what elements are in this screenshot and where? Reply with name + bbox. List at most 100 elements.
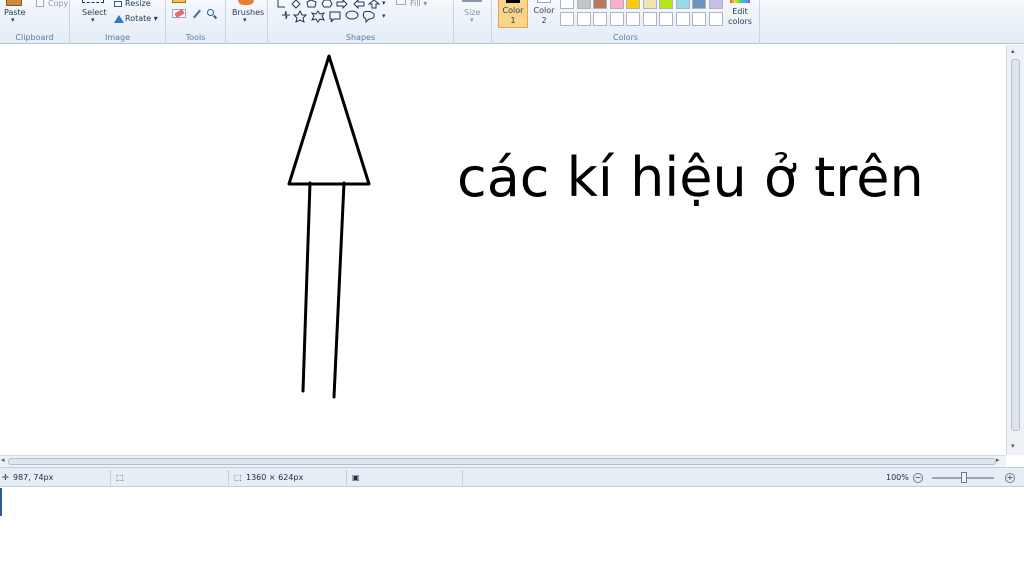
shapes-gallery[interactable]: [274, 0, 388, 24]
color-swatch[interactable]: [626, 12, 640, 26]
color-swatch[interactable]: [642, 12, 657, 26]
status-divider: [462, 470, 463, 485]
color-swatch[interactable]: [576, 0, 591, 9]
colors-group: Color 1 Color 2 Edit colors Colors: [492, 0, 760, 44]
shapes-group: ▾ ▾ Fill ▾ Shapes: [268, 0, 454, 44]
scroll-right-icon[interactable]: ▸: [996, 456, 1000, 464]
star-shape-icon: [292, 9, 308, 23]
cursor-position-icon: ✛: [2, 473, 9, 482]
color-picker-icon[interactable]: [191, 9, 203, 19]
selection-size-icon: ⬚: [116, 473, 124, 482]
shapes-more-icon[interactable]: ▾: [382, 12, 386, 20]
vertical-scroll-thumb[interactable]: [1011, 59, 1020, 431]
up-arrow-shape-icon: [367, 0, 381, 9]
four-point-star-shape-icon: [282, 10, 290, 20]
color-swatch[interactable]: [560, 12, 574, 26]
horizontal-scrollbar[interactable]: ◂ ▸: [0, 455, 1006, 467]
size-icon[interactable]: [462, 0, 482, 2]
rotate-icon: [114, 15, 124, 23]
status-divider: [346, 470, 347, 485]
scroll-up-icon[interactable]: ▴: [1011, 47, 1015, 55]
clipboard-group: Paste ▾ Copy Clipboard: [0, 0, 70, 44]
drawn-arrow-shaft-left: [301, 181, 312, 393]
shapes-scroll-up-icon[interactable]: ▾: [382, 0, 386, 7]
magnifier-icon[interactable]: [207, 9, 218, 20]
color-swatch[interactable]: [642, 0, 657, 9]
fill-button[interactable]: Fill ▾: [410, 0, 427, 8]
resize-button[interactable]: Resize: [125, 0, 151, 8]
right-triangle-shape-icon: [277, 0, 285, 8]
resize-icon: [114, 1, 122, 7]
tools-group: Tools: [166, 0, 226, 44]
paste-dropdown-icon[interactable]: ▾: [11, 16, 15, 24]
drawing-canvas[interactable]: các kí hiệu ở trên: [0, 45, 1006, 455]
size-group: Size ▾: [454, 0, 492, 44]
edit-colors-button[interactable]: Edit colors: [724, 7, 756, 27]
drawn-arrow-head: [287, 54, 371, 186]
horizontal-scroll-thumb[interactable]: [8, 458, 996, 465]
color-swatch[interactable]: [626, 0, 640, 9]
color-swatch[interactable]: [560, 0, 574, 9]
file-size-icon: ▣: [352, 473, 360, 482]
zoom-out-button[interactable]: −: [913, 473, 923, 483]
brushes-button[interactable]: Brushes: [232, 8, 264, 17]
brushes-dropdown-icon[interactable]: ▾: [243, 16, 247, 24]
hexagon-shape-icon: [321, 0, 333, 8]
color-swatch[interactable]: [576, 12, 591, 26]
eraser-icon[interactable]: [172, 9, 186, 18]
clipboard-group-label: Clipboard: [15, 33, 54, 42]
color-swatch[interactable]: [593, 12, 607, 26]
color-swatch[interactable]: [675, 12, 690, 26]
color-swatch[interactable]: [659, 0, 673, 9]
copy-button[interactable]: Copy: [48, 0, 68, 8]
select-dropdown-icon[interactable]: ▾: [91, 16, 95, 24]
vertical-scrollbar[interactable]: ▴ ▾: [1006, 45, 1024, 455]
status-bar: ✛ 987, 74px ⬚ ⬚ 1360 × 624px ▣ 100% − +: [0, 467, 1024, 487]
color-swatch[interactable]: [708, 12, 723, 26]
brushes-group: Brushes ▾: [226, 0, 268, 44]
color1-swatch: [506, 0, 520, 3]
cursor-position: 987, 74px: [13, 473, 54, 482]
drawn-arrow-shaft-right: [332, 181, 346, 399]
status-divider: [228, 470, 229, 485]
select-icon[interactable]: [82, 0, 104, 3]
color2-label: Color 2: [533, 6, 555, 25]
color-palette: [560, 0, 726, 28]
copy-icon[interactable]: [36, 0, 44, 7]
color-swatch[interactable]: [692, 0, 706, 9]
color-swatch[interactable]: [675, 0, 690, 9]
color-swatch[interactable]: [609, 12, 624, 26]
color-swatch[interactable]: [708, 0, 723, 9]
paste-icon[interactable]: [6, 0, 22, 6]
color-swatch[interactable]: [659, 12, 673, 26]
taskbar-edge: [0, 488, 2, 516]
image-size-icon: ⬚: [234, 473, 242, 482]
brush-icon[interactable]: [238, 0, 254, 5]
shapes-group-label: Shapes: [345, 33, 376, 42]
zoom-level: 100%: [886, 473, 909, 482]
zoom-slider-thumb[interactable]: [961, 472, 967, 483]
cloud-callout-shape-icon: [362, 10, 375, 24]
rect-callout-shape-icon: [329, 11, 341, 23]
color-swatch[interactable]: [692, 12, 706, 26]
color1-label: Color 1: [502, 6, 524, 25]
pentagon-shape-icon: [306, 0, 317, 8]
fill-icon: [396, 0, 406, 5]
size-dropdown-icon[interactable]: ▾: [470, 16, 474, 24]
scroll-down-icon[interactable]: ▾: [1011, 442, 1015, 450]
color-swatch[interactable]: [593, 0, 607, 9]
six-point-star-shape-icon: [310, 10, 326, 23]
color2-button[interactable]: Color 2: [530, 0, 558, 28]
zoom-in-button[interactable]: +: [1005, 473, 1015, 483]
canvas-text: các kí hiệu ở trên: [457, 146, 924, 209]
image-size: 1360 × 624px: [246, 473, 304, 482]
color-swatch[interactable]: [609, 0, 624, 9]
canvas-area: các kí hiệu ở trên ▴ ▾: [0, 45, 1024, 455]
color1-button[interactable]: Color 1: [498, 0, 528, 28]
edit-colors-icon[interactable]: [730, 0, 750, 3]
color2-swatch: [537, 0, 551, 3]
pencil-icon[interactable]: [172, 0, 186, 3]
scroll-left-icon[interactable]: ◂: [1, 456, 5, 464]
right-arrow-shape-icon: [336, 0, 348, 10]
rotate-button[interactable]: Rotate ▾: [125, 14, 158, 23]
